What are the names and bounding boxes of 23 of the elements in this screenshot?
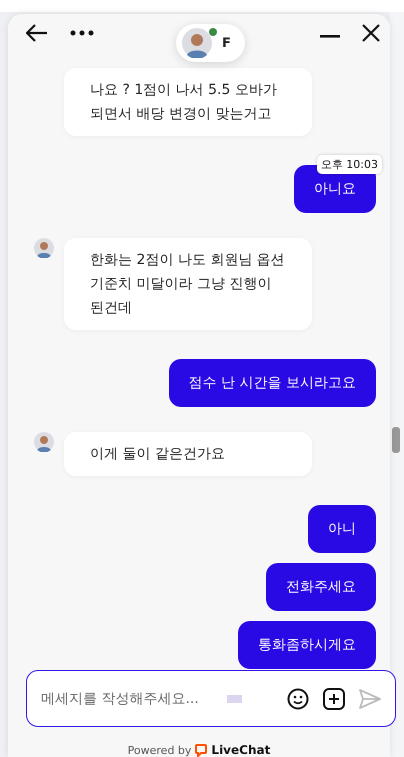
visitor-message: 아니 [308,505,376,553]
close-icon[interactable] [362,24,380,42]
visitor-message: 점수 난 시간을 보시라고요 [168,359,376,407]
minimize-icon[interactable] [320,34,340,38]
back-icon[interactable] [26,24,48,42]
agent-initial: F [222,36,231,50]
chat-bubble-icon [195,744,208,757]
placeholder-mark-icon [227,694,242,702]
avatar-icon [182,28,212,58]
agent-message: 이게 둘이 같은건가요 [64,432,312,476]
emoji-icon[interactable] [287,688,309,710]
add-icon[interactable] [323,688,345,710]
agent-message: 한화는 2점이 나도 회원님 옵션 기준치 미달이라 그냥 진행이 된건데 [64,238,312,330]
brand-name[interactable]: LiveChat [211,743,270,757]
powered-by-text: Powered by [128,744,192,757]
scrollbar-thumb[interactable] [392,427,400,453]
message-time: 오후 10:03 [316,155,382,174]
visitor-message: 전화주세요 [266,563,376,611]
agent-message: 나요 ? 1점이 나서 5.5 오바가 되면서 배당 변경이 맞는거고 [64,68,312,136]
visitor-message: 통화좀하시게요 [238,621,376,669]
agent-pill[interactable]: F [176,24,245,62]
more-icon[interactable] [70,30,94,36]
message-field[interactable]: 메세지를 작성해주세요... [41,690,221,706]
